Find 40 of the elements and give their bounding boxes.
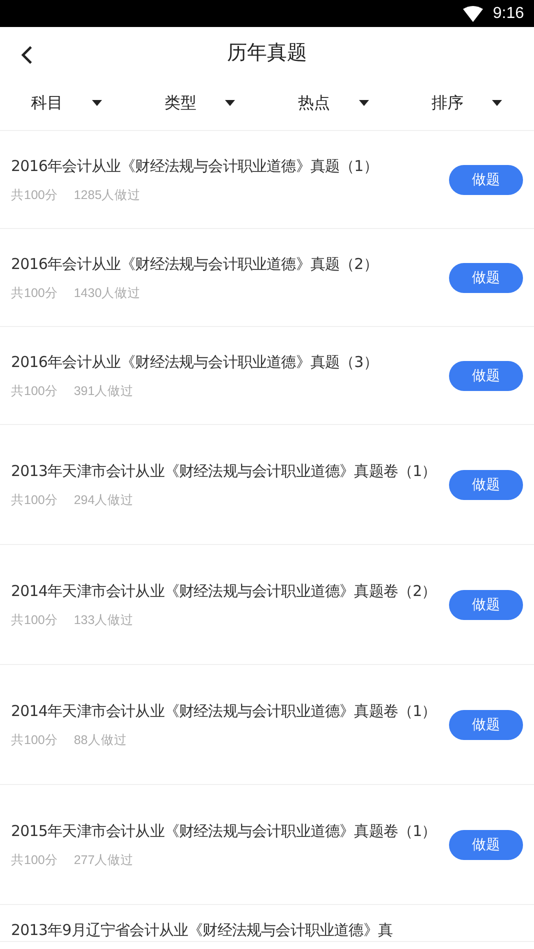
attempt-count: 88人做过 <box>74 732 127 749</box>
total-score: 共100分 <box>11 612 58 629</box>
attempt-count: 1285人做过 <box>74 187 141 204</box>
paper-title: 2013年天津市会计从业《财经法规与会计职业道德》真题卷（1） <box>11 461 438 482</box>
total-score: 共100分 <box>11 285 58 302</box>
total-score: 共100分 <box>11 732 58 749</box>
attempt-count: 133人做过 <box>74 612 134 629</box>
attempt-count: 294人做过 <box>74 492 134 509</box>
filter-dropdown[interactable]: 类型 <box>134 77 267 130</box>
paper-title: 2016年会计从业《财经法规与会计职业道德》真题（2） <box>11 254 379 275</box>
attempt-count: 277人做过 <box>74 852 134 869</box>
total-score: 共100分 <box>11 187 58 204</box>
wifi-icon <box>462 6 483 22</box>
practice-button[interactable]: 做题 <box>449 262 523 292</box>
total-score: 共100分 <box>11 383 58 400</box>
filter-dropdown[interactable]: 科目 <box>0 77 134 130</box>
caret-icon <box>90 100 103 107</box>
status-time: 9:16 <box>492 4 524 22</box>
paper-title: 2014年天津市会计从业《财经法规与会计职业道德》真题卷（2） <box>11 581 438 602</box>
practice-button[interactable]: 做题 <box>449 470 523 500</box>
paper-title: 2016年会计从业《财经法规与会计职业道德》真题（1） <box>11 156 379 177</box>
attempt-count: 391人做过 <box>74 383 134 400</box>
paper-title: 2015年天津市会计从业《财经法规与会计职业道德》真题卷（1） <box>11 821 438 842</box>
total-score: 共100分 <box>11 492 58 509</box>
caret-icon <box>491 100 504 107</box>
caret-icon <box>224 100 236 107</box>
total-score: 共100分 <box>11 852 58 869</box>
attempt-count: 1430人做过 <box>74 285 141 302</box>
practice-button[interactable]: 做题 <box>449 164 523 194</box>
filter-dropdown[interactable]: 热点 <box>267 77 400 130</box>
paper-title: 2016年会计从业《财经法规与会计职业道德》真题（3） <box>11 352 379 373</box>
practice-button[interactable]: 做题 <box>449 830 523 860</box>
page-title: 历年真题 <box>227 38 307 66</box>
practice-button[interactable]: 做题 <box>449 710 523 740</box>
paper-title: 2014年天津市会计从业《财经法规与会计职业道德》真题卷（1） <box>11 701 438 722</box>
filter-dropdown[interactable]: 排序 <box>400 77 534 130</box>
practice-button[interactable]: 做题 <box>449 360 523 390</box>
paper-title: 2013年9月辽宁省会计从业《财经法规与会计职业道德》真 <box>11 920 394 941</box>
caret-icon <box>358 100 370 107</box>
practice-button[interactable]: 做题 <box>449 590 523 620</box>
